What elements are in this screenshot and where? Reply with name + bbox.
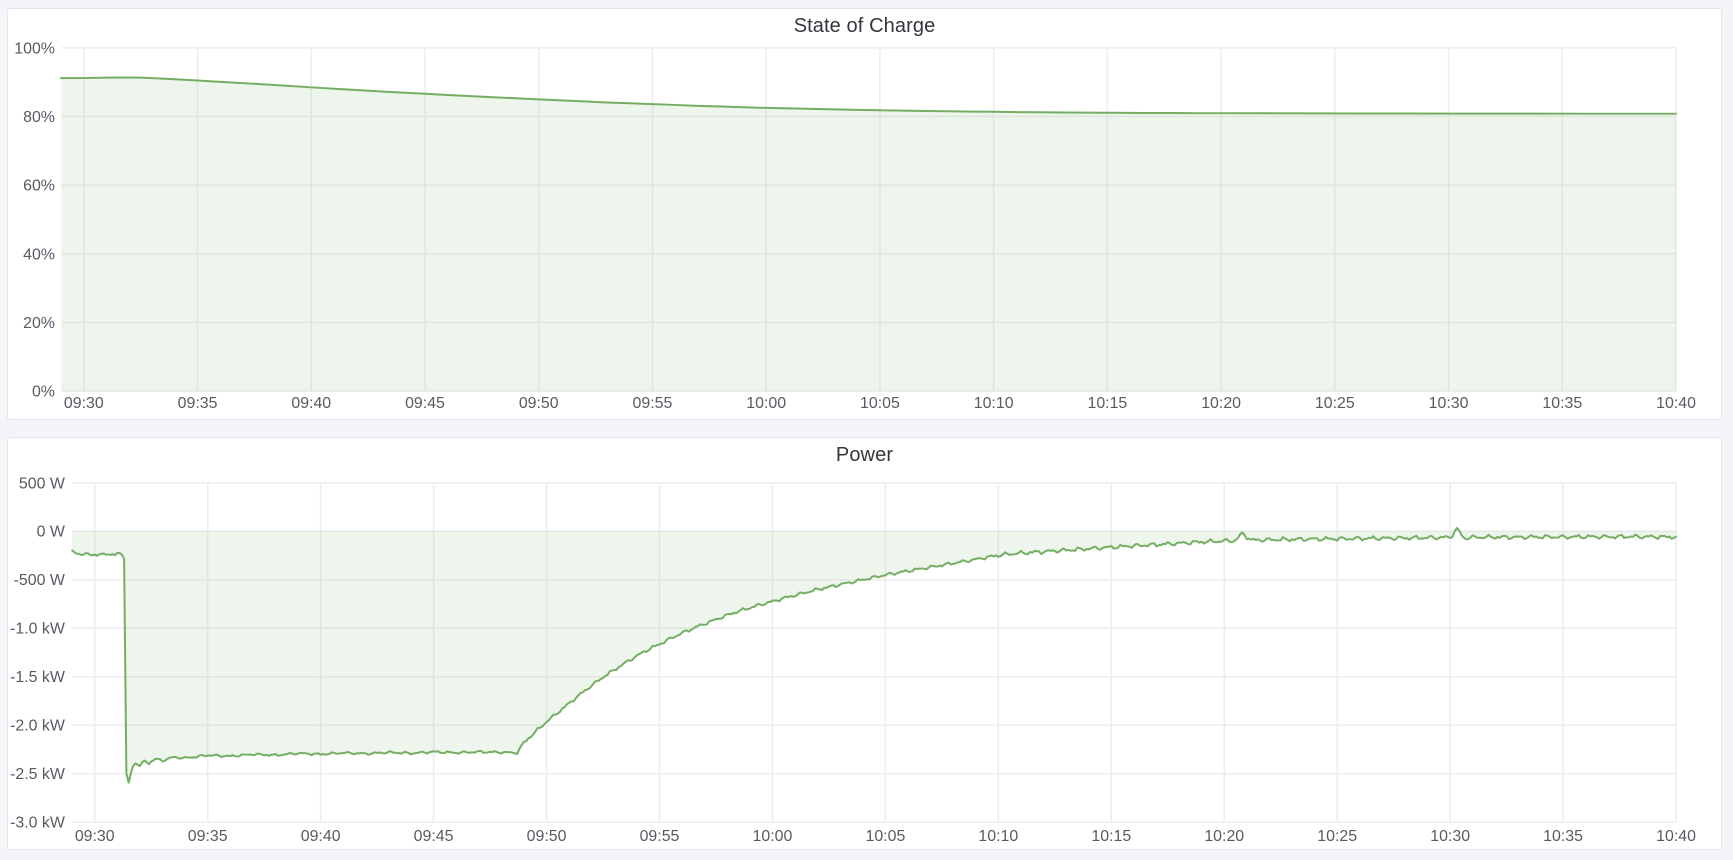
x-axis-tick-label: 09:50 [519, 395, 559, 412]
x-axis-tick-label: 10:10 [978, 828, 1018, 845]
x-axis-tick-label: 09:35 [178, 395, 218, 412]
y-axis-tick-label: 60% [23, 178, 55, 195]
x-axis-tick-label: 09:30 [75, 828, 115, 845]
y-axis-tick-label: -500 W [14, 572, 65, 589]
x-axis-tick-label: 10:30 [1430, 828, 1470, 845]
x-axis-tick-label: 10:30 [1429, 395, 1469, 412]
x-axis-tick-label: 09:35 [188, 828, 228, 845]
x-axis-tick-label: 09:40 [301, 828, 341, 845]
x-axis-tick-label: 10:20 [1204, 828, 1244, 845]
x-axis-tick-label: 10:40 [1656, 828, 1696, 845]
x-axis-tick-label: 10:20 [1201, 395, 1241, 412]
power-area-fill [72, 528, 1676, 783]
x-axis-tick-label: 10:25 [1317, 828, 1357, 845]
x-axis-tick-label: 09:45 [414, 828, 454, 845]
power-chart[interactable]: 500 W 0 W -500 W -1.0 kW -1.5 kW -2.0 kW -2.5 … [8, 438, 1721, 849]
x-axis-tick-label: 09:30 [64, 395, 104, 412]
y-axis-tick-label: 80% [23, 109, 55, 126]
panel-title-power: Power [8, 444, 1721, 467]
panel-power: 500 W 0 W -500 W -1.0 kW -1.5 kW -2.0 kW -2.5 … [7, 437, 1722, 850]
x-axis-tick-label: 10:15 [1091, 828, 1131, 845]
y-axis-tick-label: -2.5 kW [10, 766, 65, 783]
y-axis-tick-label: 20% [23, 315, 55, 332]
x-axis-tick-label: 10:10 [974, 395, 1014, 412]
y-axis-tick-label: 0% [32, 384, 55, 401]
x-axis-tick-label: 09:55 [640, 828, 680, 845]
x-axis-tick-label: 10:25 [1315, 395, 1355, 412]
y-axis-tick-label: 500 W [19, 475, 65, 492]
x-axis-tick-label: 10:05 [860, 395, 900, 412]
panel-state-of-charge: 0% 20% 40% 60% 80% 100% 09:30 09:35 09:40 09:45 09… [7, 8, 1722, 420]
x-axis-tick-label: 09:40 [291, 395, 331, 412]
y-axis-tick-label: 0 W [37, 524, 65, 541]
y-axis-tick-label: -1.0 kW [10, 621, 65, 638]
x-axis-tick-label: 09:50 [527, 828, 567, 845]
x-axis-tick-label: 09:45 [405, 395, 445, 412]
state-of-charge-area-fill [61, 77, 1676, 391]
y-axis-tick-label: -1.5 kW [10, 669, 65, 686]
x-axis-tick-label: 10:35 [1542, 395, 1582, 412]
panel-title-state-of-charge: State of Charge [8, 15, 1721, 38]
x-axis-tick-label: 10:35 [1543, 828, 1583, 845]
x-axis-tick-label: 10:05 [865, 828, 905, 845]
x-axis-tick-label: 09:55 [633, 395, 673, 412]
y-axis-tick-label: 100% [14, 40, 55, 57]
x-axis-tick-label: 10:15 [1087, 395, 1127, 412]
x-axis-tick-label: 10:00 [746, 395, 786, 412]
x-axis-tick-label: 10:00 [753, 828, 793, 845]
y-axis-tick-label: -2.0 kW [10, 718, 65, 735]
state-of-charge-chart[interactable]: 0% 20% 40% 60% 80% 100% 09:30 09:35 09:40 09:45 09… [8, 9, 1721, 419]
y-axis-tick-label: 40% [23, 246, 55, 263]
x-axis-tick-label: 10:40 [1656, 395, 1696, 412]
y-axis-tick-label: -3.0 kW [10, 815, 65, 832]
